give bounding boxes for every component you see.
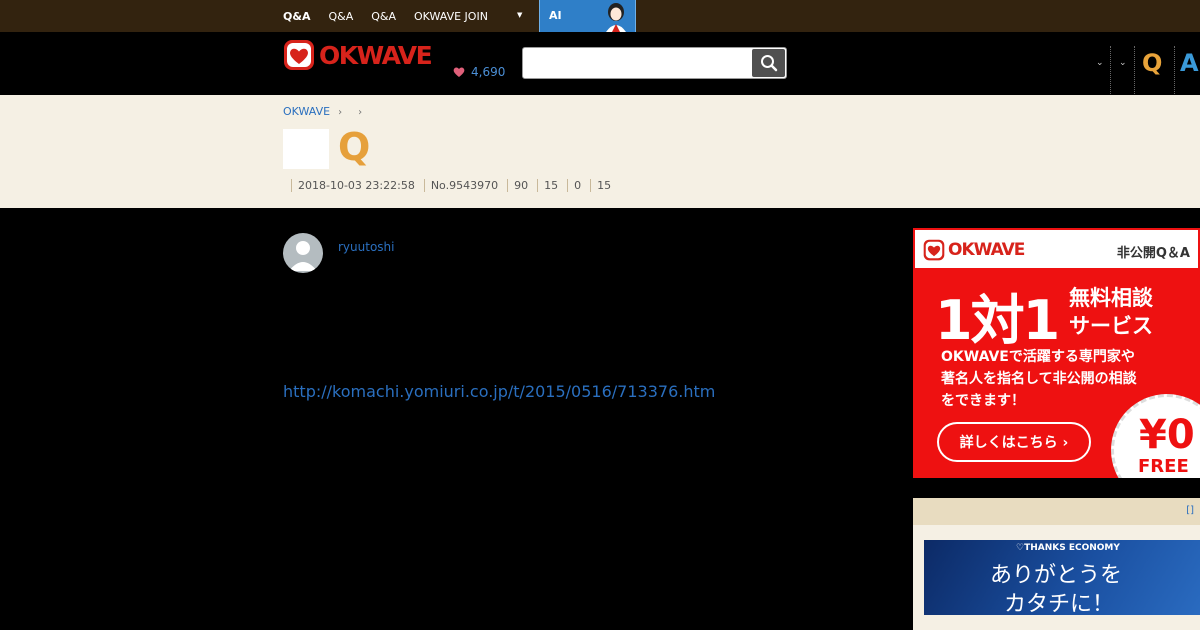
ad-banner[interactable]: OKWAVE 非公開Q＆A 1対1 無料相談 サービス OKWAVEで活躍する専…: [913, 228, 1200, 478]
top-nav-item-qa-2[interactable]: Q&A: [328, 10, 353, 23]
search-input[interactable]: [522, 47, 787, 79]
ad-headline: 1対1: [935, 289, 1060, 352]
breadcrumb-separator: ›: [338, 107, 343, 118]
ad-sub-line: サービス: [1069, 314, 1153, 338]
question-mark-label: Q: [338, 125, 371, 169]
ad-header: OKWAVE 非公開Q＆A: [913, 228, 1200, 268]
user-avatar-icon: [289, 241, 317, 271]
ad-description: OKWAVEで活躍する専門家や 著名人を指名して非公開の相談 をできます！: [941, 346, 1137, 412]
ad-sub-line: 無料相談: [1069, 286, 1153, 310]
ad-desc-line: 著名人を指名して非公開の相談: [941, 371, 1137, 387]
meta-stat: 15: [537, 179, 567, 192]
heart-logo-icon: [284, 40, 314, 70]
top-nav-item-qa-1[interactable]: Q&A: [283, 10, 310, 23]
question-datetime: 2018-10-03 23:22:58: [291, 179, 424, 192]
divider: [1174, 46, 1175, 94]
thanks-economy-banner[interactable]: ♡THANKS ECONOMY ありがとうを カタチに！: [924, 540, 1200, 615]
site-header: OKWAVE 4,690 ⌄ ⌄ Q A: [0, 32, 1200, 95]
breadcrumb: OKWAVE › ›: [283, 105, 370, 118]
ad-logo: OKWAVE: [923, 239, 1025, 261]
okwave-logo[interactable]: OKWAVE: [283, 39, 433, 71]
points-display[interactable]: 4,690: [453, 65, 505, 79]
ad-free-label: FREE: [1138, 456, 1189, 477]
banner-tag: ♡THANKS ECONOMY: [1016, 543, 1120, 553]
banner-line: カタチに！: [1004, 592, 1115, 615]
banner-line: ありがとうを: [990, 563, 1123, 588]
ai-label: AI: [549, 9, 562, 22]
breadcrumb-separator: ›: [358, 107, 363, 118]
meta-stat: 0: [567, 179, 590, 192]
search-icon: [760, 55, 777, 72]
question-header: OKWAVE › › Q 2018-10-03 23:22:58 No.954397…: [0, 95, 1200, 208]
top-nav: Q&A Q&A Q&A OKWAVE JOIN: [283, 0, 506, 32]
question-meta: 2018-10-03 23:22:58 No.9543970 90 15 0 1…: [291, 179, 620, 192]
ai-button[interactable]: AI: [539, 0, 636, 32]
ad-desc-line: OKWAVEで活躍する専門家や: [941, 349, 1135, 365]
ad-price: ¥0: [1139, 412, 1195, 458]
meta-stat: 90: [507, 179, 537, 192]
divider: [1134, 46, 1135, 94]
divider: [1110, 46, 1111, 94]
avatar[interactable]: [283, 233, 323, 273]
heart-logo-icon: [923, 239, 945, 261]
search-button[interactable]: [752, 49, 785, 77]
ai-character-icon: [606, 3, 626, 32]
ad-more-button[interactable]: 詳しくはこちら ›: [937, 422, 1091, 462]
ad-private-label: 非公開Q＆A: [1116, 246, 1190, 261]
answer-button[interactable]: A: [1180, 49, 1199, 77]
top-nav-item-join[interactable]: OKWAVE JOIN: [414, 10, 488, 23]
category-thumbnail: [283, 129, 329, 169]
points-value: 4,690: [471, 65, 506, 79]
sidebar-box-header: []: [913, 498, 1200, 525]
heart-points-icon: [453, 67, 465, 77]
breadcrumb-home[interactable]: OKWAVE: [283, 105, 330, 118]
chevron-down-icon[interactable]: ⌄: [1096, 58, 1104, 68]
top-bar: Q&A Q&A Q&A OKWAVE JOIN ▼ AI: [0, 0, 1200, 32]
ask-question-button[interactable]: Q: [1142, 49, 1162, 77]
sidebar-box-link[interactable]: []: [1186, 505, 1194, 516]
dropdown-caret-icon[interactable]: ▼: [517, 11, 522, 19]
question-number: No.9543970: [423, 179, 507, 192]
top-nav-item-qa-3[interactable]: Q&A: [371, 10, 396, 23]
sidebar-box: [] ♡THANKS ECONOMY ありがとうを カタチに！: [913, 498, 1200, 630]
username-link[interactable]: ryuutoshi: [338, 240, 394, 254]
ad-logo-wordmark: OKWAVE: [948, 240, 1025, 260]
logo-wordmark: OKWAVE: [319, 40, 433, 70]
ad-desc-line: をできます！: [941, 393, 1025, 409]
chevron-down-icon[interactable]: ⌄: [1119, 58, 1127, 68]
meta-stat: 15: [590, 179, 620, 192]
question-url-link[interactable]: http://komachi.yomiuri.co.jp/t/2015/0516…: [283, 382, 715, 401]
ad-subheadline: 無料相談 サービス: [1069, 284, 1153, 340]
